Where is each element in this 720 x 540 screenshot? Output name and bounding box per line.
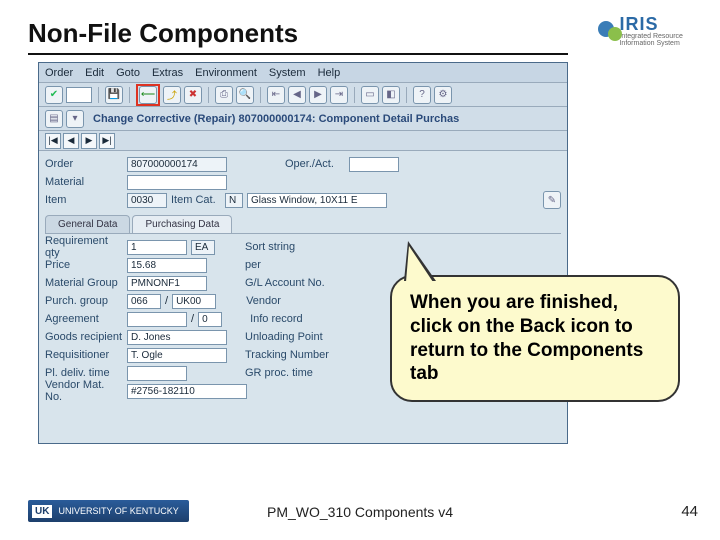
- menu-edit[interactable]: Edit: [85, 67, 104, 79]
- last-record-icon[interactable]: ▶|: [99, 133, 115, 149]
- overview-icon[interactable]: ▤: [45, 110, 63, 128]
- app-titlebar: ▤ ▾ Change Corrective (Repair) 807000000…: [39, 107, 567, 131]
- operact-label: Oper./Act.: [285, 158, 345, 170]
- vendormat-field[interactable]: #2756-182110: [127, 384, 247, 399]
- save-icon[interactable]: 💾: [105, 86, 123, 104]
- exit-icon[interactable]: ⤴: [163, 86, 181, 104]
- prev-page-icon[interactable]: ◀: [288, 86, 306, 104]
- itemcat-label: Item Cat.: [171, 194, 221, 206]
- item-desc-field[interactable]: Glass Window, 10X11 E: [247, 193, 387, 208]
- inforec-label: Info record: [250, 313, 330, 325]
- recipient-label: Goods recipient: [45, 331, 123, 343]
- operact-field[interactable]: [349, 157, 399, 172]
- help-icon[interactable]: ?: [413, 86, 431, 104]
- order-field[interactable]: 807000000174: [127, 157, 227, 172]
- price-label: Price: [45, 259, 123, 271]
- purchgrp-sep: /: [165, 295, 168, 307]
- tab-purchasing-data[interactable]: Purchasing Data: [132, 215, 232, 233]
- menu-environment[interactable]: Environment: [195, 67, 257, 79]
- cancel-icon[interactable]: ✖: [184, 86, 202, 104]
- sortstring-label: Sort string: [245, 241, 325, 253]
- reqqty-label: Requirement qty: [45, 235, 123, 259]
- instruction-callout: When you are finished, click on the Back…: [390, 275, 680, 402]
- price-field[interactable]: 15.68: [127, 258, 207, 273]
- last-page-icon[interactable]: ⇥: [330, 86, 348, 104]
- next-record-icon[interactable]: ▶: [81, 133, 97, 149]
- matgrp-label: Material Group: [45, 277, 123, 289]
- find-icon[interactable]: 🔍: [236, 86, 254, 104]
- item-field[interactable]: 0030: [127, 193, 167, 208]
- pldelivtime-label: Pl. deliv. time: [45, 367, 123, 379]
- command-field[interactable]: [66, 87, 92, 103]
- iris-logo-mark: [598, 17, 615, 45]
- toolbar-sep: [208, 87, 209, 103]
- item-label: Item: [45, 194, 123, 206]
- purchgrp-label: Purch. group: [45, 295, 123, 307]
- standard-toolbar: ✔ 💾 ⟵ ⤴ ✖ ⎙ 🔍 ⇤ ◀ ▶ ⇥ ▭ ◧ ? ⚙: [39, 83, 567, 107]
- tab-general-data[interactable]: General Data: [45, 215, 130, 233]
- slide-title: Non-File Components: [28, 18, 568, 55]
- toolbar-sep: [406, 87, 407, 103]
- first-page-icon[interactable]: ⇤: [267, 86, 285, 104]
- new-session-icon[interactable]: ▭: [361, 86, 379, 104]
- shortcut-icon[interactable]: ◧: [382, 86, 400, 104]
- window-title: Change Corrective (Repair) 807000000174:…: [93, 113, 459, 125]
- agreement-sep: /: [191, 313, 194, 325]
- toolbar-sep: [129, 87, 130, 103]
- longtext-icon[interactable]: ✎: [543, 191, 561, 209]
- toolbar-sep: [260, 87, 261, 103]
- menu-help[interactable]: Help: [318, 67, 341, 79]
- menu-order[interactable]: Order: [45, 67, 73, 79]
- order-label: Order: [45, 158, 123, 170]
- unload-label: Unloading Point: [245, 331, 335, 343]
- menu-goto[interactable]: Goto: [116, 67, 140, 79]
- reqqty-field[interactable]: 1: [127, 240, 187, 255]
- vendormat-label: Vendor Mat. No.: [45, 379, 123, 403]
- prev-record-icon[interactable]: ◀: [63, 133, 79, 149]
- layout-icon[interactable]: ⚙: [434, 86, 452, 104]
- iris-logo: IRIS Integrated Resource Information Sys…: [598, 10, 698, 52]
- grproctime-label: GR proc. time: [245, 367, 335, 379]
- pldelivtime-field[interactable]: [127, 366, 187, 381]
- back-icon[interactable]: ⟵: [139, 86, 157, 104]
- print-icon[interactable]: ⎙: [215, 86, 233, 104]
- agreement-field[interactable]: [127, 312, 187, 327]
- menu-system[interactable]: System: [269, 67, 306, 79]
- footer-text: PM_WO_310 Components v4: [0, 504, 720, 520]
- requisitioner-label: Requisitioner: [45, 349, 123, 361]
- material-label: Material: [45, 176, 123, 188]
- back-highlight: ⟵: [136, 84, 160, 106]
- agreement-label: Agreement: [45, 313, 123, 325]
- tracking-label: Tracking Number: [245, 349, 340, 361]
- requisitioner-field[interactable]: T. Ogle: [127, 348, 227, 363]
- overview-dropdown-icon[interactable]: ▾: [66, 110, 84, 128]
- glacct-label: G/L Account No.: [245, 277, 335, 289]
- next-page-icon[interactable]: ▶: [309, 86, 327, 104]
- detail-tabs: General Data Purchasing Data: [45, 215, 561, 233]
- purchgrp-field[interactable]: 066: [127, 294, 161, 309]
- iris-logo-text: IRIS: [619, 15, 698, 33]
- first-record-icon[interactable]: |◀: [45, 133, 61, 149]
- toolbar-sep: [354, 87, 355, 103]
- reqqty-unit[interactable]: EA: [191, 240, 215, 255]
- menu-extras[interactable]: Extras: [152, 67, 183, 79]
- vendor-label: Vendor: [246, 295, 326, 307]
- recipient-field[interactable]: D. Jones: [127, 330, 227, 345]
- purchorg-field[interactable]: UK00: [172, 294, 216, 309]
- toolbar-sep: [98, 87, 99, 103]
- agreement-item-field[interactable]: 0: [198, 312, 222, 327]
- menu-bar: Order Edit Goto Extras Environment Syste…: [39, 63, 567, 83]
- page-number: 44: [681, 503, 698, 520]
- per-label: per: [245, 259, 325, 271]
- callout-text: When you are finished, click on the Back…: [410, 292, 643, 384]
- iris-logo-sub: Integrated Resource Information System: [619, 33, 698, 47]
- check-icon[interactable]: ✔: [45, 86, 63, 104]
- itemcat-field[interactable]: N: [225, 193, 243, 208]
- material-field[interactable]: [127, 175, 227, 190]
- matgrp-field[interactable]: PMNONF1: [127, 276, 207, 291]
- record-nav: |◀ ◀ ▶ ▶|: [39, 131, 567, 151]
